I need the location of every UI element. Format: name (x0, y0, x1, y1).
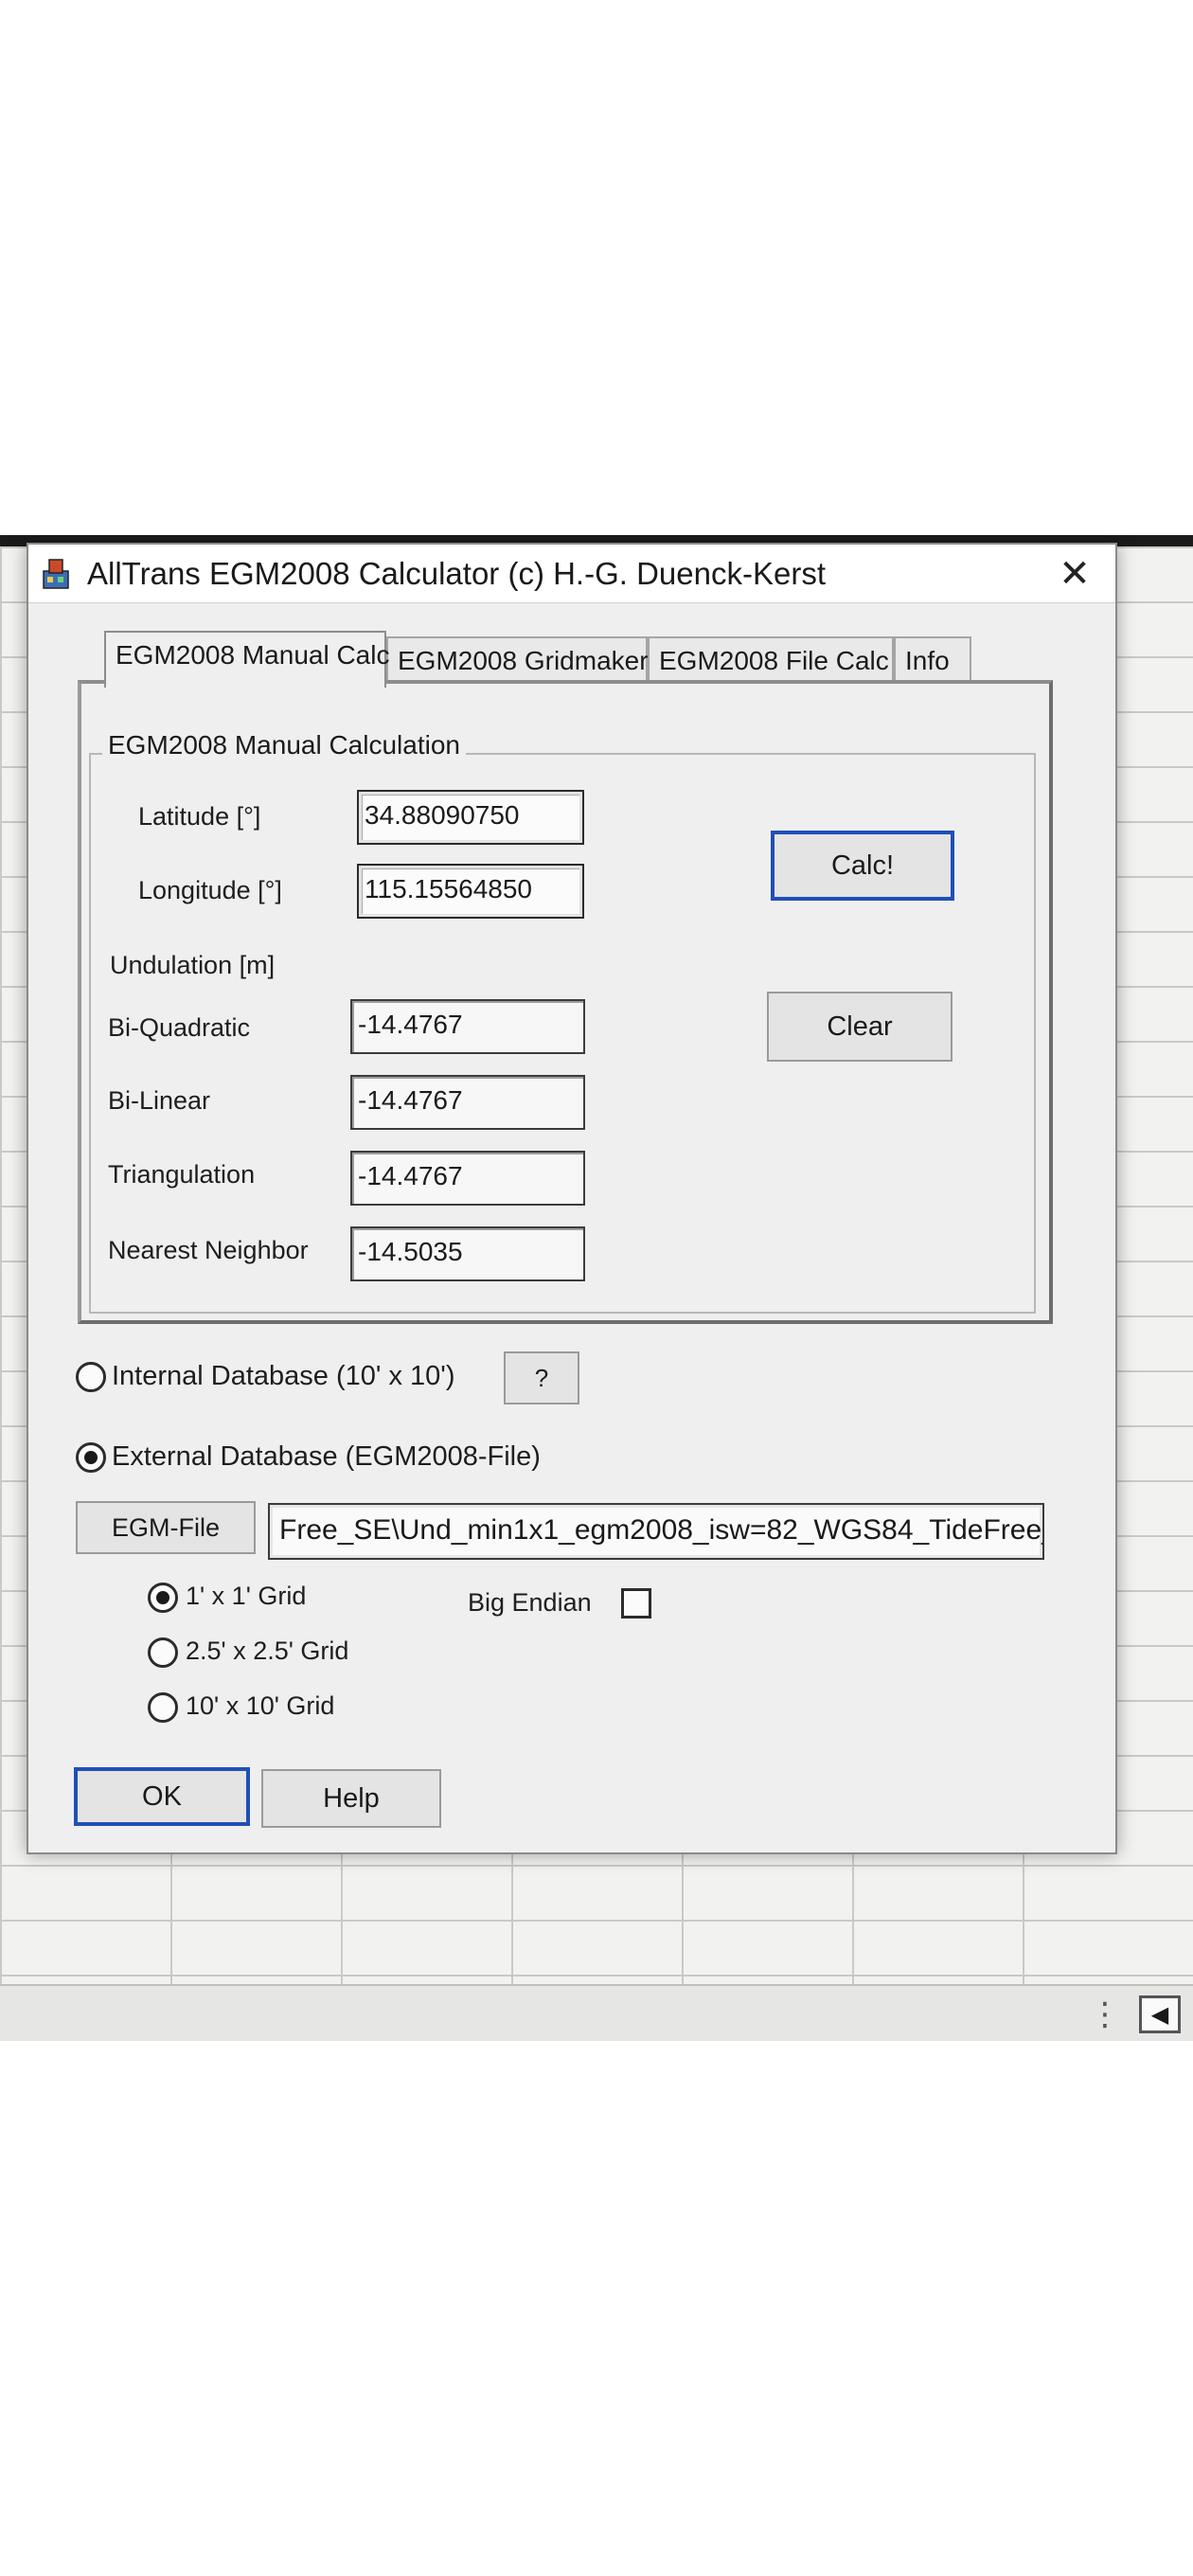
calc-button[interactable]: Calc! (771, 831, 954, 901)
external-database-radio[interactable] (76, 1442, 106, 1473)
grid-2-5x2-5-radio[interactable] (148, 1637, 178, 1668)
photographed-screen: ⋮ ◀ AllTrans EGM2008 Calculator (c) H.-G… (0, 535, 1193, 2041)
app-icon (43, 559, 69, 589)
clear-button[interactable]: Clear (767, 992, 953, 1062)
grid-10x10-radio[interactable] (148, 1692, 178, 1723)
window-title: AllTrans EGM2008 Calculator (c) H.-G. Du… (87, 556, 826, 591)
internal-database-help-button[interactable]: ? (504, 1351, 579, 1404)
big-endian-label: Big Endian (468, 1588, 592, 1617)
group-title: EGM2008 Manual Calculation (102, 730, 466, 760)
bi-linear-value: -14.4767 (350, 1075, 585, 1130)
internal-database-radio[interactable] (76, 1362, 106, 1392)
longitude-label: Longitude [°] (138, 876, 282, 904)
bi-linear-label: Bi-Linear (108, 1086, 211, 1115)
triangulation-label: Triangulation (108, 1160, 256, 1189)
grid-10x10-label: 10' x 10' Grid (186, 1691, 335, 1720)
latitude-input[interactable]: 34.88090750 (357, 790, 584, 845)
more-options-icon[interactable]: ⋮ (1089, 1995, 1121, 2033)
triangulation-value: -14.4767 (350, 1151, 585, 1206)
big-endian-checkbox[interactable] (621, 1588, 651, 1619)
egm-file-button[interactable]: EGM-File (76, 1501, 256, 1554)
scroll-left-button[interactable]: ◀ (1139, 1995, 1181, 2033)
spreadsheet-status-bar (0, 1984, 1193, 2041)
grid-1x1-label: 1' x 1' Grid (186, 1582, 307, 1610)
grid-2-5x2-5-label: 2.5' x 2.5' Grid (186, 1637, 349, 1665)
title-bar[interactable]: AllTrans EGM2008 Calculator (c) H.-G. Du… (28, 545, 1115, 603)
bi-quadratic-value: -14.4767 (350, 999, 585, 1054)
internal-database-label: Internal Database (10' x 10') (112, 1361, 455, 1391)
tab-egm2008-file-calc[interactable]: EGM2008 File Calc (648, 636, 894, 686)
tab-egm2008-gridmaker[interactable]: EGM2008 Gridmaker (386, 636, 649, 686)
nearest-neighbor-value: -14.5035 (350, 1226, 585, 1281)
help-button[interactable]: Help (261, 1769, 441, 1828)
longitude-input[interactable]: 115.15564850 (357, 864, 584, 919)
nearest-neighbor-label: Nearest Neighbor (108, 1236, 309, 1264)
close-button[interactable]: ✕ (1051, 552, 1098, 596)
tab-egm2008-manual-calc[interactable]: EGM2008 Manual Calc (104, 631, 389, 688)
external-database-label: External Database (EGM2008-File) (112, 1441, 541, 1472)
tab-info[interactable]: Info (894, 636, 971, 686)
undulation-label: Undulation [m] (110, 951, 276, 979)
grid-1x1-radio[interactable] (148, 1583, 178, 1613)
egm2008-calculator-dialog: AllTrans EGM2008 Calculator (c) H.-G. Du… (27, 543, 1117, 1854)
bi-quadratic-label: Bi-Quadratic (108, 1013, 251, 1042)
latitude-label: Latitude [°] (138, 802, 261, 831)
egm-file-path-field[interactable]: Free_SE\Und_min1x1_egm2008_isw=82_WGS84_… (268, 1503, 1044, 1560)
ok-button[interactable]: OK (74, 1767, 250, 1826)
